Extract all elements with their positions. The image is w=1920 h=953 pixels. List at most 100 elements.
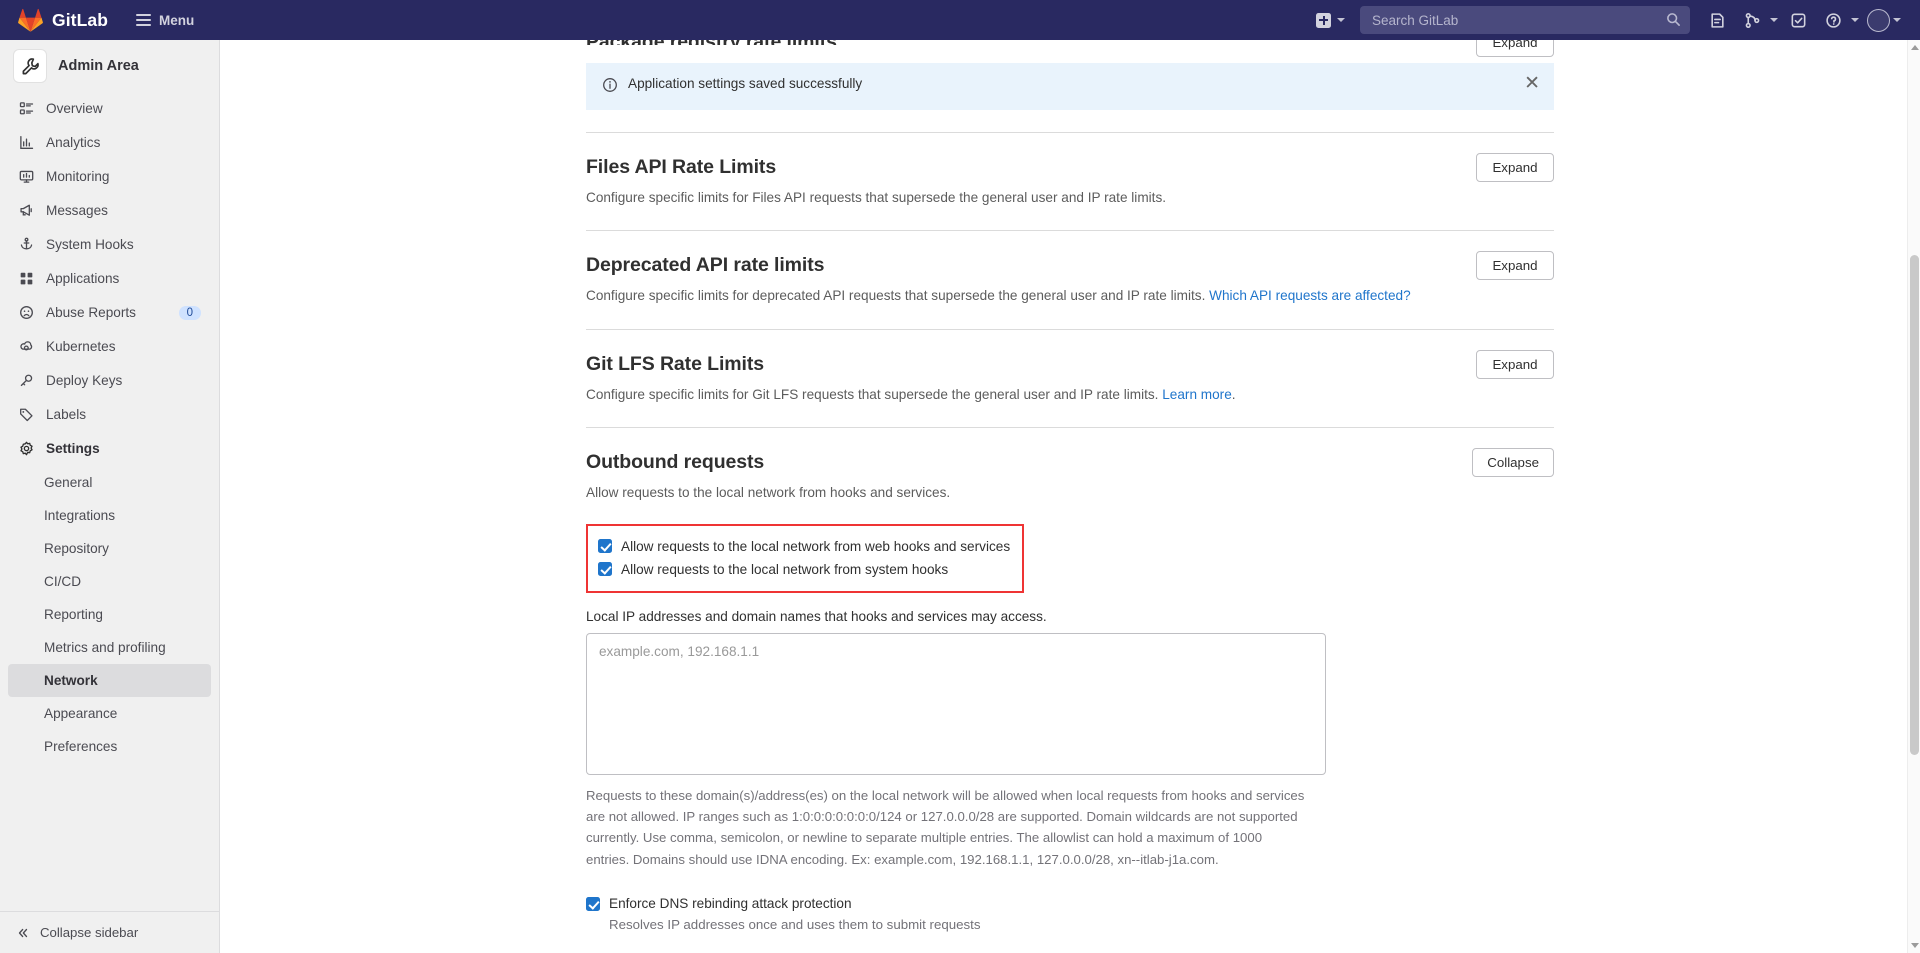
section-description: Configure specific limits for Git LFS re… — [586, 385, 1554, 405]
collapse-sidebar-label: Collapse sidebar — [40, 925, 139, 940]
allow-local-network-web-hooks-checkbox[interactable] — [598, 539, 612, 554]
sidebar-item-messages[interactable]: Messages — [8, 194, 211, 227]
sidebar-item-monitoring[interactable]: Monitoring — [8, 160, 211, 193]
expand-button[interactable]: Expand — [1476, 153, 1554, 182]
sidebar-item-label: Applications — [46, 271, 120, 286]
sidebar-item-applications[interactable]: Applications — [8, 262, 211, 295]
alert-message: Application settings saved successfully — [628, 76, 863, 91]
abuse-icon — [18, 305, 34, 321]
section-title: Outbound requests — [586, 451, 765, 474]
collapse-sidebar-button[interactable]: Collapse sidebar — [0, 911, 219, 953]
sidebar-item-labels[interactable]: Labels — [8, 398, 211, 431]
sidebar-subitem-general[interactable]: General — [8, 466, 211, 499]
enforce-dns-rebinding-checkbox[interactable] — [586, 896, 600, 911]
checkbox-row-web-hooks[interactable]: Allow requests to the local network from… — [598, 535, 1010, 558]
main-menu-button[interactable]: Menu — [126, 7, 204, 34]
merge-requests-button[interactable] — [1734, 6, 1781, 34]
kubernetes-icon — [18, 339, 34, 355]
chevron-down-icon — [1893, 18, 1901, 22]
section-outbound-requests: Outbound requests Allow requests to the … — [586, 427, 1554, 953]
user-avatar — [1867, 8, 1890, 32]
checkbox-row-dns-rebinding[interactable]: Enforce DNS rebinding attack protection — [586, 892, 1554, 915]
section-deprecated-api-rate-limits: Deprecated API rate limits Configure spe… — [586, 230, 1554, 328]
abuse-reports-badge: 0 — [178, 305, 201, 320]
sidebar-item-settings[interactable]: Settings — [8, 432, 211, 465]
label-icon — [18, 407, 34, 423]
which-api-requests-link[interactable]: Which API requests are affected? — [1209, 288, 1411, 303]
section-title: Package registry rate limits — [586, 40, 1554, 45]
scroll-down-icon[interactable] — [1911, 943, 1919, 948]
section-description: Configure specific limits for deprecated… — [586, 286, 1554, 306]
sidebar-item-analytics[interactable]: Analytics — [8, 126, 211, 159]
expand-button[interactable]: Expand — [1476, 251, 1554, 281]
checkbox-label[interactable]: Enforce DNS rebinding attack protection — [609, 893, 852, 914]
main-content: Package registry rate limits Expand Appl… — [220, 40, 1920, 953]
expand-button[interactable]: Expand — [1476, 349, 1554, 379]
close-icon[interactable]: ✕ — [1524, 74, 1540, 93]
scrollbar-thumb[interactable] — [1910, 255, 1919, 755]
chevron-down-icon — [1851, 18, 1859, 22]
learn-more-link[interactable]: Learn more — [1162, 387, 1232, 402]
allow-local-network-system-hooks-checkbox[interactable] — [598, 562, 612, 577]
todos-icon[interactable] — [1783, 6, 1813, 34]
create-new-button[interactable] — [1311, 10, 1350, 31]
allowlist-textarea[interactable] — [586, 632, 1326, 775]
issues-icon[interactable] — [1702, 6, 1732, 34]
section-description-text: Configure specific limits for deprecated… — [586, 288, 1210, 304]
applications-icon — [18, 271, 34, 287]
checkbox-label[interactable]: Allow requests to the local network from… — [621, 559, 948, 580]
expand-button[interactable]: Expand — [1476, 40, 1554, 57]
chart-icon — [18, 135, 34, 151]
sidebar-subitem-integrations[interactable]: Integrations — [8, 499, 211, 532]
sidebar-item-kubernetes[interactable]: Kubernetes — [8, 330, 211, 363]
global-search[interactable] — [1360, 6, 1690, 34]
key-icon — [18, 373, 34, 389]
sidebar-subitem-appearance[interactable]: Appearance — [8, 697, 211, 730]
search-input[interactable] — [1370, 11, 1680, 29]
top-nav-right — [1311, 0, 1920, 40]
gear-icon — [18, 441, 34, 457]
dns-rebinding-group: Enforce DNS rebinding attack protection … — [586, 892, 1554, 932]
sidebar-subitem-preferences[interactable]: Preferences — [8, 730, 211, 763]
sidebar-item-label: Analytics — [46, 135, 101, 150]
user-menu-button[interactable] — [1864, 8, 1904, 32]
sidebar-item-abuse-reports[interactable]: Abuse Reports 0 — [8, 296, 211, 329]
sidebar-subitem-repository[interactable]: Repository — [8, 532, 211, 565]
scroll-up-icon[interactable] — [1911, 45, 1919, 50]
checkbox-row-system-hooks[interactable]: Allow requests to the local network from… — [598, 558, 1010, 581]
hook-icon — [18, 237, 34, 253]
section-title: Deprecated API rate limits — [586, 254, 825, 277]
sidebar-item-label: Labels — [46, 407, 87, 422]
sidebar-item-label: Monitoring — [46, 169, 110, 184]
sidebar-item-overview[interactable]: Overview — [8, 92, 211, 125]
section-package-registry-rate-limits: Package registry rate limits Expand Appl… — [586, 40, 1554, 132]
allowlist-label: Local IP addresses and domain names that… — [586, 608, 1047, 624]
sidebar-subitem-cicd[interactable]: CI/CD — [8, 565, 211, 598]
flash-alert: Application settings saved successfully … — [586, 63, 1554, 110]
section-description: Allow requests to the local network from… — [586, 485, 951, 501]
overview-icon — [18, 101, 34, 117]
local-network-checkbox-group: Allow requests to the local network from… — [586, 523, 1025, 593]
sidebar-item-system-hooks[interactable]: System Hooks — [8, 228, 211, 261]
section-description-suffix: . — [1231, 386, 1236, 402]
sidebar-item-label: Overview — [46, 101, 103, 116]
dns-rebinding-help-text: Resolves IP addresses once and uses them… — [609, 917, 981, 933]
sidebar-nav-list: Overview Analytics Monitoring Messages S… — [0, 92, 219, 763]
gitlab-brand[interactable]: GitLab — [0, 0, 120, 40]
sidebar-item-label: Deploy Keys — [46, 373, 123, 388]
double-chevron-left-icon — [16, 926, 30, 940]
help-button[interactable] — [1815, 6, 1862, 34]
sidebar-subitem-metrics-and-profiling[interactable]: Metrics and profiling — [8, 631, 211, 664]
help-icon — [1818, 6, 1848, 34]
hamburger-icon — [136, 14, 152, 26]
sidebar-item-deploy-keys[interactable]: Deploy Keys — [8, 364, 211, 397]
checkbox-label[interactable]: Allow requests to the local network from… — [621, 536, 1010, 557]
sidebar-subitem-network[interactable]: Network — [8, 664, 211, 697]
sidebar-subitem-reporting[interactable]: Reporting — [8, 598, 211, 631]
section-description: Configure specific limits for Files API … — [586, 190, 1167, 205]
section-title: Git LFS Rate Limits — [586, 352, 764, 375]
collapse-button[interactable]: Collapse — [1472, 448, 1554, 478]
page-scrollbar[interactable] — [1907, 40, 1920, 953]
sidebar-header[interactable]: Admin Area — [0, 40, 219, 92]
allowlist-help-text: Requests to these domain(s)/address(es) … — [586, 787, 1305, 867]
